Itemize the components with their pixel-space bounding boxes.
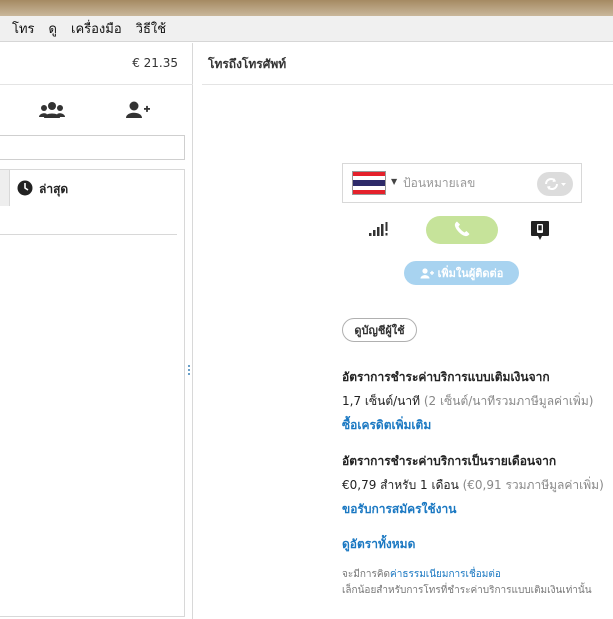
payg-rate-title: อัตราการชำระค่าบริการแบบเติมเงินจาก bbox=[342, 370, 550, 384]
clock-icon bbox=[17, 180, 33, 199]
add-to-contacts-label: เพิ่มในผู้ติดต่อ bbox=[437, 267, 504, 280]
refresh-icon[interactable] bbox=[537, 172, 573, 196]
call-phone-pane: โทรถึงโทรศัพท์ ▼ ป้อนหมายเลข เพิ่มในผู้ต… bbox=[202, 43, 613, 619]
search-input[interactable] bbox=[0, 135, 185, 160]
monthly-rate-block: อัตราการชำระค่าบริการเป็นรายเดือนจาก €0,… bbox=[342, 452, 607, 519]
pane-header: โทรถึงโทรศัพท์ bbox=[202, 43, 613, 85]
view-account-button[interactable]: ดูบัญชีผู้ใช้ bbox=[342, 318, 417, 342]
add-person-icon bbox=[420, 267, 434, 278]
payg-rate-block: อัตราการชำระค่าบริการแบบเติมเงินจาก 1,7 … bbox=[342, 368, 607, 435]
note-prefix: จะมีการคิด bbox=[342, 569, 391, 580]
add-to-contacts-button[interactable]: เพิ่มในผู้ติดต่อ bbox=[404, 261, 519, 285]
call-controls bbox=[342, 215, 582, 245]
call-button[interactable] bbox=[426, 216, 498, 244]
monthly-rate-note: (€0,91 รวมภาษีมูลค่าเพิ่ม) bbox=[462, 478, 604, 492]
all-rates-link[interactable]: ดูอัตราทั้งหมด bbox=[342, 535, 415, 554]
dialpad-icon[interactable] bbox=[528, 218, 552, 242]
connection-fee-note: จะมีการคิดค่าธรรมเนียมการเชื่อมต่อ เล็กน… bbox=[342, 567, 607, 599]
payg-rate-value: 1,7 เซ็นต์/นาที bbox=[342, 394, 421, 408]
window-title-strip bbox=[0, 0, 613, 16]
pane-splitter[interactable] bbox=[188, 365, 191, 379]
menu-bar: ี โทร ดู เครื่องมือ วิธีใช้ bbox=[0, 16, 613, 42]
country-flag-selector[interactable] bbox=[352, 171, 386, 195]
tab-side-marker bbox=[0, 170, 10, 206]
credit-balance[interactable]: € 21.35 bbox=[132, 56, 178, 70]
monthly-rate-title: อัตราการชำระค่าบริการเป็นรายเดือนจาก bbox=[342, 454, 557, 468]
buy-credit-link[interactable]: ซื้อเครดิตเพิ่มเติม bbox=[342, 416, 431, 435]
connection-fee-link[interactable]: ค่าธรรมเนียมการเชื่อมต่อ bbox=[390, 569, 501, 580]
signal-icon[interactable] bbox=[368, 221, 390, 240]
add-person-icon[interactable] bbox=[123, 95, 153, 125]
menu-item-tools[interactable]: เครื่องมือ bbox=[71, 18, 122, 39]
contact-actions bbox=[0, 95, 193, 129]
phone-icon bbox=[453, 220, 471, 241]
monthly-rate-line: €0,79 สำหรับ 1 เดือน (€0,91 รวมภาษีมูลค่… bbox=[342, 476, 607, 495]
tab-recent-label: ล่าสุด bbox=[39, 182, 69, 196]
menu-item-view[interactable]: ดู bbox=[49, 18, 57, 39]
dial-box: ▼ bbox=[342, 163, 582, 203]
recent-list-panel: ล่าสุด bbox=[0, 169, 185, 617]
menu-item-help[interactable]: วิธีใช้ bbox=[136, 18, 166, 39]
list-divider bbox=[0, 234, 177, 235]
payg-rate-line: 1,7 เซ็นต์/นาที (2 เซ็นต์/นาทีรวมภาษีมูล… bbox=[342, 392, 607, 411]
note-suffix: เล็กน้อยสำหรับการโทรที่ชำระค่าบริการแบบเ… bbox=[342, 585, 592, 596]
monthly-rate-value: €0,79 สำหรับ 1 เดือน bbox=[342, 478, 459, 492]
phone-number-input[interactable] bbox=[403, 172, 533, 194]
payg-rate-note: (2 เซ็นต์/นาทีรวมภาษีมูลค่าเพิ่ม) bbox=[423, 394, 594, 408]
group-icon[interactable] bbox=[37, 95, 67, 125]
page-title: โทรถึงโทรศัพท์ bbox=[208, 57, 287, 71]
tab-recent[interactable]: ล่าสุด bbox=[0, 170, 184, 206]
menu-item-call[interactable]: โทร bbox=[12, 18, 35, 39]
subscribe-link[interactable]: ขอรับการสมัครใช้งาน bbox=[342, 500, 456, 519]
chevron-down-icon[interactable]: ▼ bbox=[391, 177, 397, 186]
balance-row: € 21.35 bbox=[0, 43, 193, 85]
left-pane: € 21.35 ล่าสุด bbox=[0, 43, 193, 619]
